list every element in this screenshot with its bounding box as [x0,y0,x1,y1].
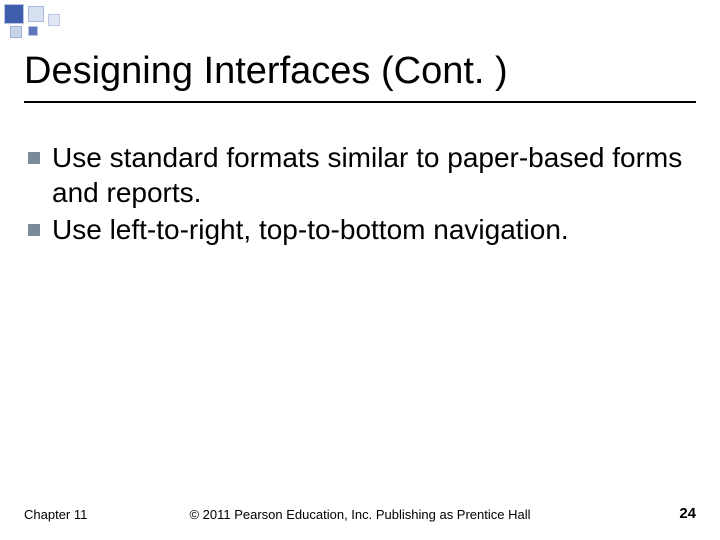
bullet-item: Use standard formats similar to paper-ba… [28,140,692,210]
decor-square [28,6,44,22]
corner-decoration [4,4,164,40]
decor-square [4,4,24,24]
bullet-text: Use standard formats similar to paper-ba… [52,140,692,210]
slide-body: Use standard formats similar to paper-ba… [28,140,692,249]
footer-page-number: 24 [679,505,696,522]
title-area: Designing Interfaces (Cont. ) [24,50,696,111]
title-underline [24,101,696,103]
decor-square [28,26,38,36]
square-bullet-icon [28,152,40,164]
decor-square [48,14,60,26]
slide-title: Designing Interfaces (Cont. ) [24,50,696,93]
slide: Designing Interfaces (Cont. ) Use standa… [0,0,720,540]
footer-copyright: © 2011 Pearson Education, Inc. Publishin… [0,507,720,522]
square-bullet-icon [28,224,40,236]
bullet-item: Use left-to-right, top-to-bottom navigat… [28,212,692,247]
decor-square [10,26,22,38]
bullet-text: Use left-to-right, top-to-bottom navigat… [52,212,569,247]
